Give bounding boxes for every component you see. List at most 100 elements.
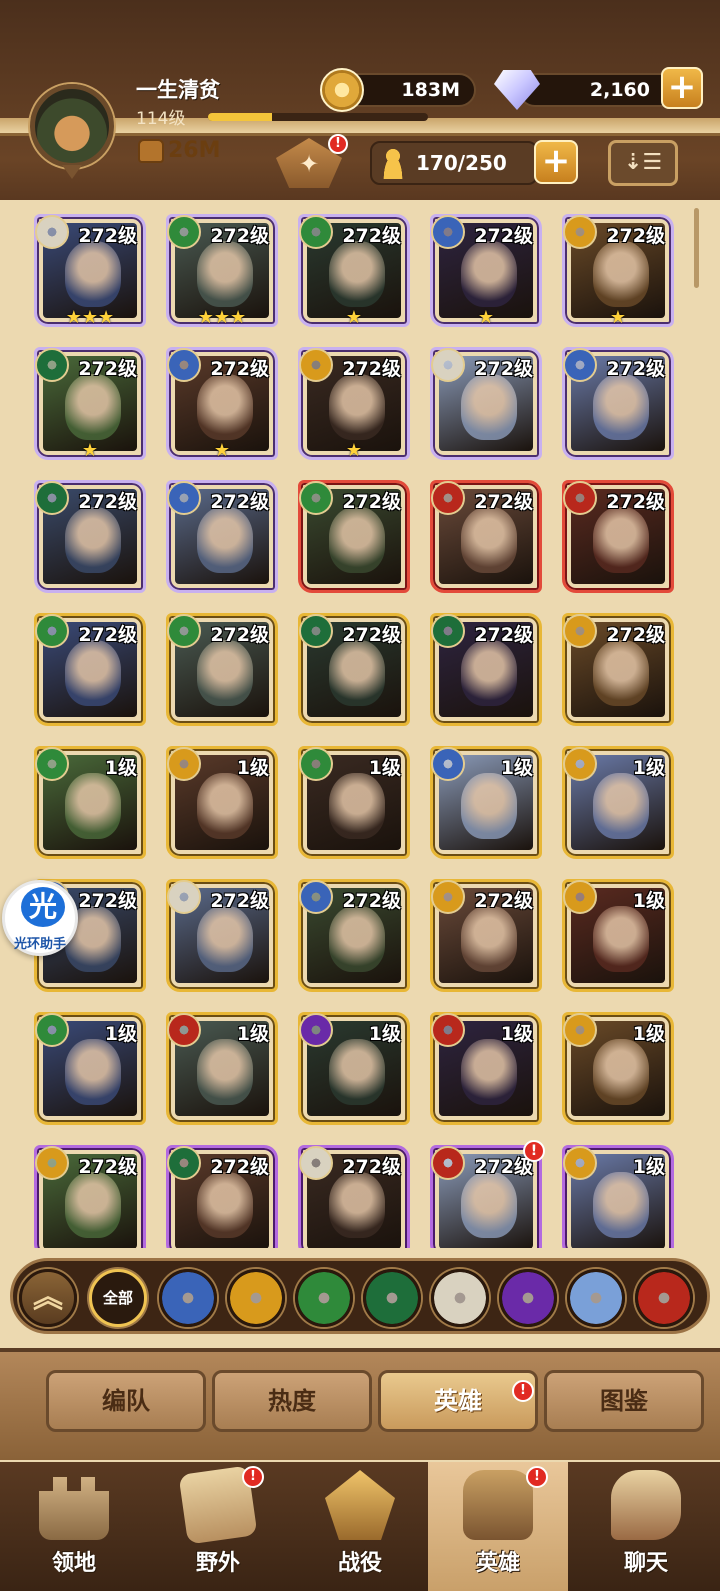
- hero-face: [197, 640, 253, 706]
- fist-icon: [138, 138, 164, 163]
- hero-card[interactable]: 272级: [430, 879, 542, 992]
- hero-card[interactable]: 272级 ★: [34, 347, 146, 461]
- hero-card[interactable]: 1级: [166, 1012, 278, 1125]
- hero-card[interactable]: 272级!: [430, 1140, 545, 1248]
- capacity-value: 170/250: [416, 151, 507, 175]
- wilder-faction-icon: [299, 481, 333, 515]
- hero-face: [461, 1172, 517, 1238]
- hero-card[interactable]: 272级: [298, 613, 410, 726]
- nav-heroes[interactable]: 英雄 !: [428, 1462, 568, 1591]
- hero-card[interactable]: 272级: [34, 1145, 146, 1248]
- hero-card[interactable]: 272级: [166, 879, 278, 992]
- hero-card[interactable]: 272级 ★: [298, 347, 410, 461]
- filter-mauler-icon[interactable]: [227, 1269, 285, 1327]
- hero-level: 272级: [342, 358, 401, 380]
- faction-filter-bar: ︽ 全部: [10, 1258, 710, 1334]
- hero-card[interactable]: 1级: [430, 1012, 542, 1125]
- hypogean-faction-icon: [431, 481, 465, 515]
- hero-card[interactable]: 1级: [166, 746, 278, 859]
- hero-face: [197, 374, 253, 440]
- hero-card[interactable]: 272级 ★★★: [166, 214, 278, 328]
- wilder-faction-icon: [299, 747, 333, 781]
- collapse-button[interactable]: ︽: [19, 1269, 77, 1327]
- hero-card[interactable]: 272级: [298, 879, 410, 992]
- hero-card[interactable]: 272级: [562, 347, 674, 460]
- filter-graveborn-icon[interactable]: [363, 1269, 421, 1327]
- hero-card[interactable]: 272级 ★: [430, 214, 542, 328]
- hero-stars: ★★★: [197, 307, 247, 328]
- hero-face: [197, 241, 253, 307]
- hero-card[interactable]: 1级: [430, 746, 542, 859]
- tab-codex[interactable]: 图鉴: [544, 1370, 704, 1432]
- hero-card[interactable]: 1级: [562, 746, 674, 859]
- gold-coin-icon: [320, 68, 364, 112]
- hero-level: 272级: [78, 624, 137, 646]
- hero-face: [65, 374, 121, 440]
- hero-card[interactable]: 272级 ★: [562, 214, 674, 328]
- hero-card[interactable]: 272级 ★: [298, 214, 410, 328]
- hero-card[interactable]: 1级: [562, 1012, 674, 1125]
- sort-button[interactable]: ⇣☰: [608, 140, 678, 186]
- helper-float-button[interactable]: 光 光环助手: [2, 880, 78, 956]
- helmet-icon: [463, 1470, 533, 1540]
- player-level: 114级: [136, 109, 186, 129]
- tab-heroes[interactable]: 英雄: [378, 1370, 538, 1432]
- hero-face: [593, 241, 649, 307]
- hero-stars: ★: [213, 440, 231, 461]
- hero-face: [329, 773, 385, 839]
- nav-wild[interactable]: 野外 !: [148, 1462, 288, 1591]
- hero-card[interactable]: 272级: [562, 613, 674, 726]
- hero-card[interactable]: 272级: [430, 347, 542, 460]
- mauler-faction-icon: [299, 348, 333, 382]
- hero-card[interactable]: 272级: [430, 480, 542, 593]
- hero-level: 272级: [210, 1156, 269, 1178]
- hero-face: [329, 507, 385, 573]
- hero-card[interactable]: 272级: [166, 613, 278, 726]
- hero-level: 1级: [500, 757, 533, 779]
- filter-all-button[interactable]: 全部: [89, 1269, 147, 1327]
- celestial-faction-icon: [35, 215, 69, 249]
- hero-level: 272级: [342, 491, 401, 513]
- hero-level: 1级: [500, 1023, 533, 1045]
- filter-elemental-icon[interactable]: [567, 1269, 625, 1327]
- add-gems-button[interactable]: +: [661, 67, 703, 109]
- player-avatar[interactable]: [30, 84, 114, 168]
- graveborn-faction-icon: [299, 614, 333, 648]
- tab-popularity[interactable]: 热度: [212, 1370, 372, 1432]
- hero-level: 272级: [474, 225, 533, 247]
- hero-card[interactable]: 272级: [298, 480, 410, 593]
- filter-lightbearer-icon[interactable]: [159, 1269, 217, 1327]
- hero-card[interactable]: 272级: [34, 480, 146, 593]
- hero-level: 272级: [210, 890, 269, 912]
- hero-card[interactable]: 1级: [34, 746, 146, 859]
- filter-dimensional-icon[interactable]: [499, 1269, 557, 1327]
- filter-celestial-icon[interactable]: [431, 1269, 489, 1327]
- hero-card[interactable]: 1级: [298, 746, 410, 859]
- hero-card[interactable]: 1级: [562, 879, 674, 992]
- hero-card[interactable]: 272级: [430, 613, 542, 726]
- hero-face: [593, 773, 649, 839]
- nav-chat[interactable]: 聊天: [576, 1462, 716, 1591]
- hero-card[interactable]: 1级: [562, 1145, 674, 1248]
- tab-formation[interactable]: 编队: [46, 1370, 206, 1432]
- nav-campaign[interactable]: 战役: [290, 1462, 430, 1591]
- nav-territory[interactable]: 领地: [4, 1462, 144, 1591]
- hero-card[interactable]: 272级: [298, 1145, 410, 1248]
- sword-crest-icon: [325, 1470, 395, 1540]
- grid-scrollbar[interactable]: [694, 208, 699, 288]
- hero-stars: ★★★: [65, 307, 115, 328]
- filter-hypogean-icon[interactable]: [635, 1269, 693, 1327]
- hero-level: 1级: [632, 1156, 665, 1178]
- hero-card[interactable]: 272级: [34, 613, 146, 726]
- hero-card[interactable]: 272级: [562, 480, 674, 593]
- hero-card[interactable]: 1级: [34, 1012, 146, 1125]
- hero-card[interactable]: 272级 ★: [166, 347, 278, 461]
- hero-card[interactable]: 272级: [166, 1145, 278, 1248]
- hero-face: [593, 906, 649, 972]
- add-capacity-button[interactable]: +: [534, 140, 578, 184]
- filter-wilder-icon[interactable]: [295, 1269, 353, 1327]
- hero-face: [65, 1039, 121, 1105]
- hero-card[interactable]: 1级: [298, 1012, 410, 1125]
- hero-card[interactable]: 272级 ★★★: [34, 214, 146, 328]
- hero-card[interactable]: 272级: [166, 480, 278, 593]
